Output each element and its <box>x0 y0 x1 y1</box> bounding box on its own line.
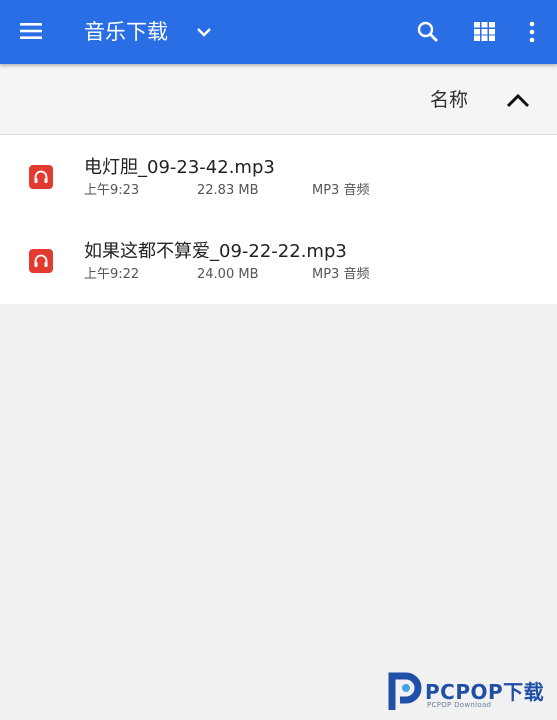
headphones-icon <box>29 165 53 189</box>
sort-by-name-button[interactable]: 名称 <box>430 88 468 112</box>
list-item[interactable]: 电灯胆_09-23-42.mp3 上午9:23 22.83 MB MP3 音频 <box>0 135 557 219</box>
file-list: 电灯胆_09-23-42.mp3 上午9:23 22.83 MB MP3 音频 … <box>0 135 557 304</box>
file-name: 电灯胆_09-23-42.mp3 <box>84 157 275 178</box>
file-type: MP3 音频 <box>312 183 370 198</box>
page-title[interactable]: 音乐下载 <box>84 17 168 47</box>
chevron-up-icon[interactable] <box>505 91 531 109</box>
search-icon[interactable] <box>416 20 440 44</box>
watermark: PCPOP下载 PCPOP Download <box>386 670 556 716</box>
pcpop-logo-icon <box>388 672 422 710</box>
file-time: 上午9:23 <box>84 183 140 198</box>
chevron-down-icon[interactable] <box>196 24 212 40</box>
watermark-sub: PCPOP Download <box>427 701 492 709</box>
menu-icon[interactable] <box>20 22 42 40</box>
list-item[interactable]: 如果这都不算爱_09-22-22.mp3 上午9:22 24.00 MB MP3… <box>0 219 557 303</box>
file-type: MP3 音频 <box>312 267 370 282</box>
file-size: 24.00 MB <box>197 267 259 282</box>
headphones-icon <box>29 249 53 273</box>
grid-view-icon[interactable] <box>474 22 495 41</box>
file-time: 上午9:22 <box>84 267 140 282</box>
file-size: 22.83 MB <box>197 183 259 198</box>
more-vert-icon[interactable] <box>526 20 538 44</box>
sort-bar: 名称 <box>0 64 557 135</box>
app-bar: 音乐下载 <box>0 0 557 64</box>
file-name: 如果这都不算爱_09-22-22.mp3 <box>84 241 347 262</box>
